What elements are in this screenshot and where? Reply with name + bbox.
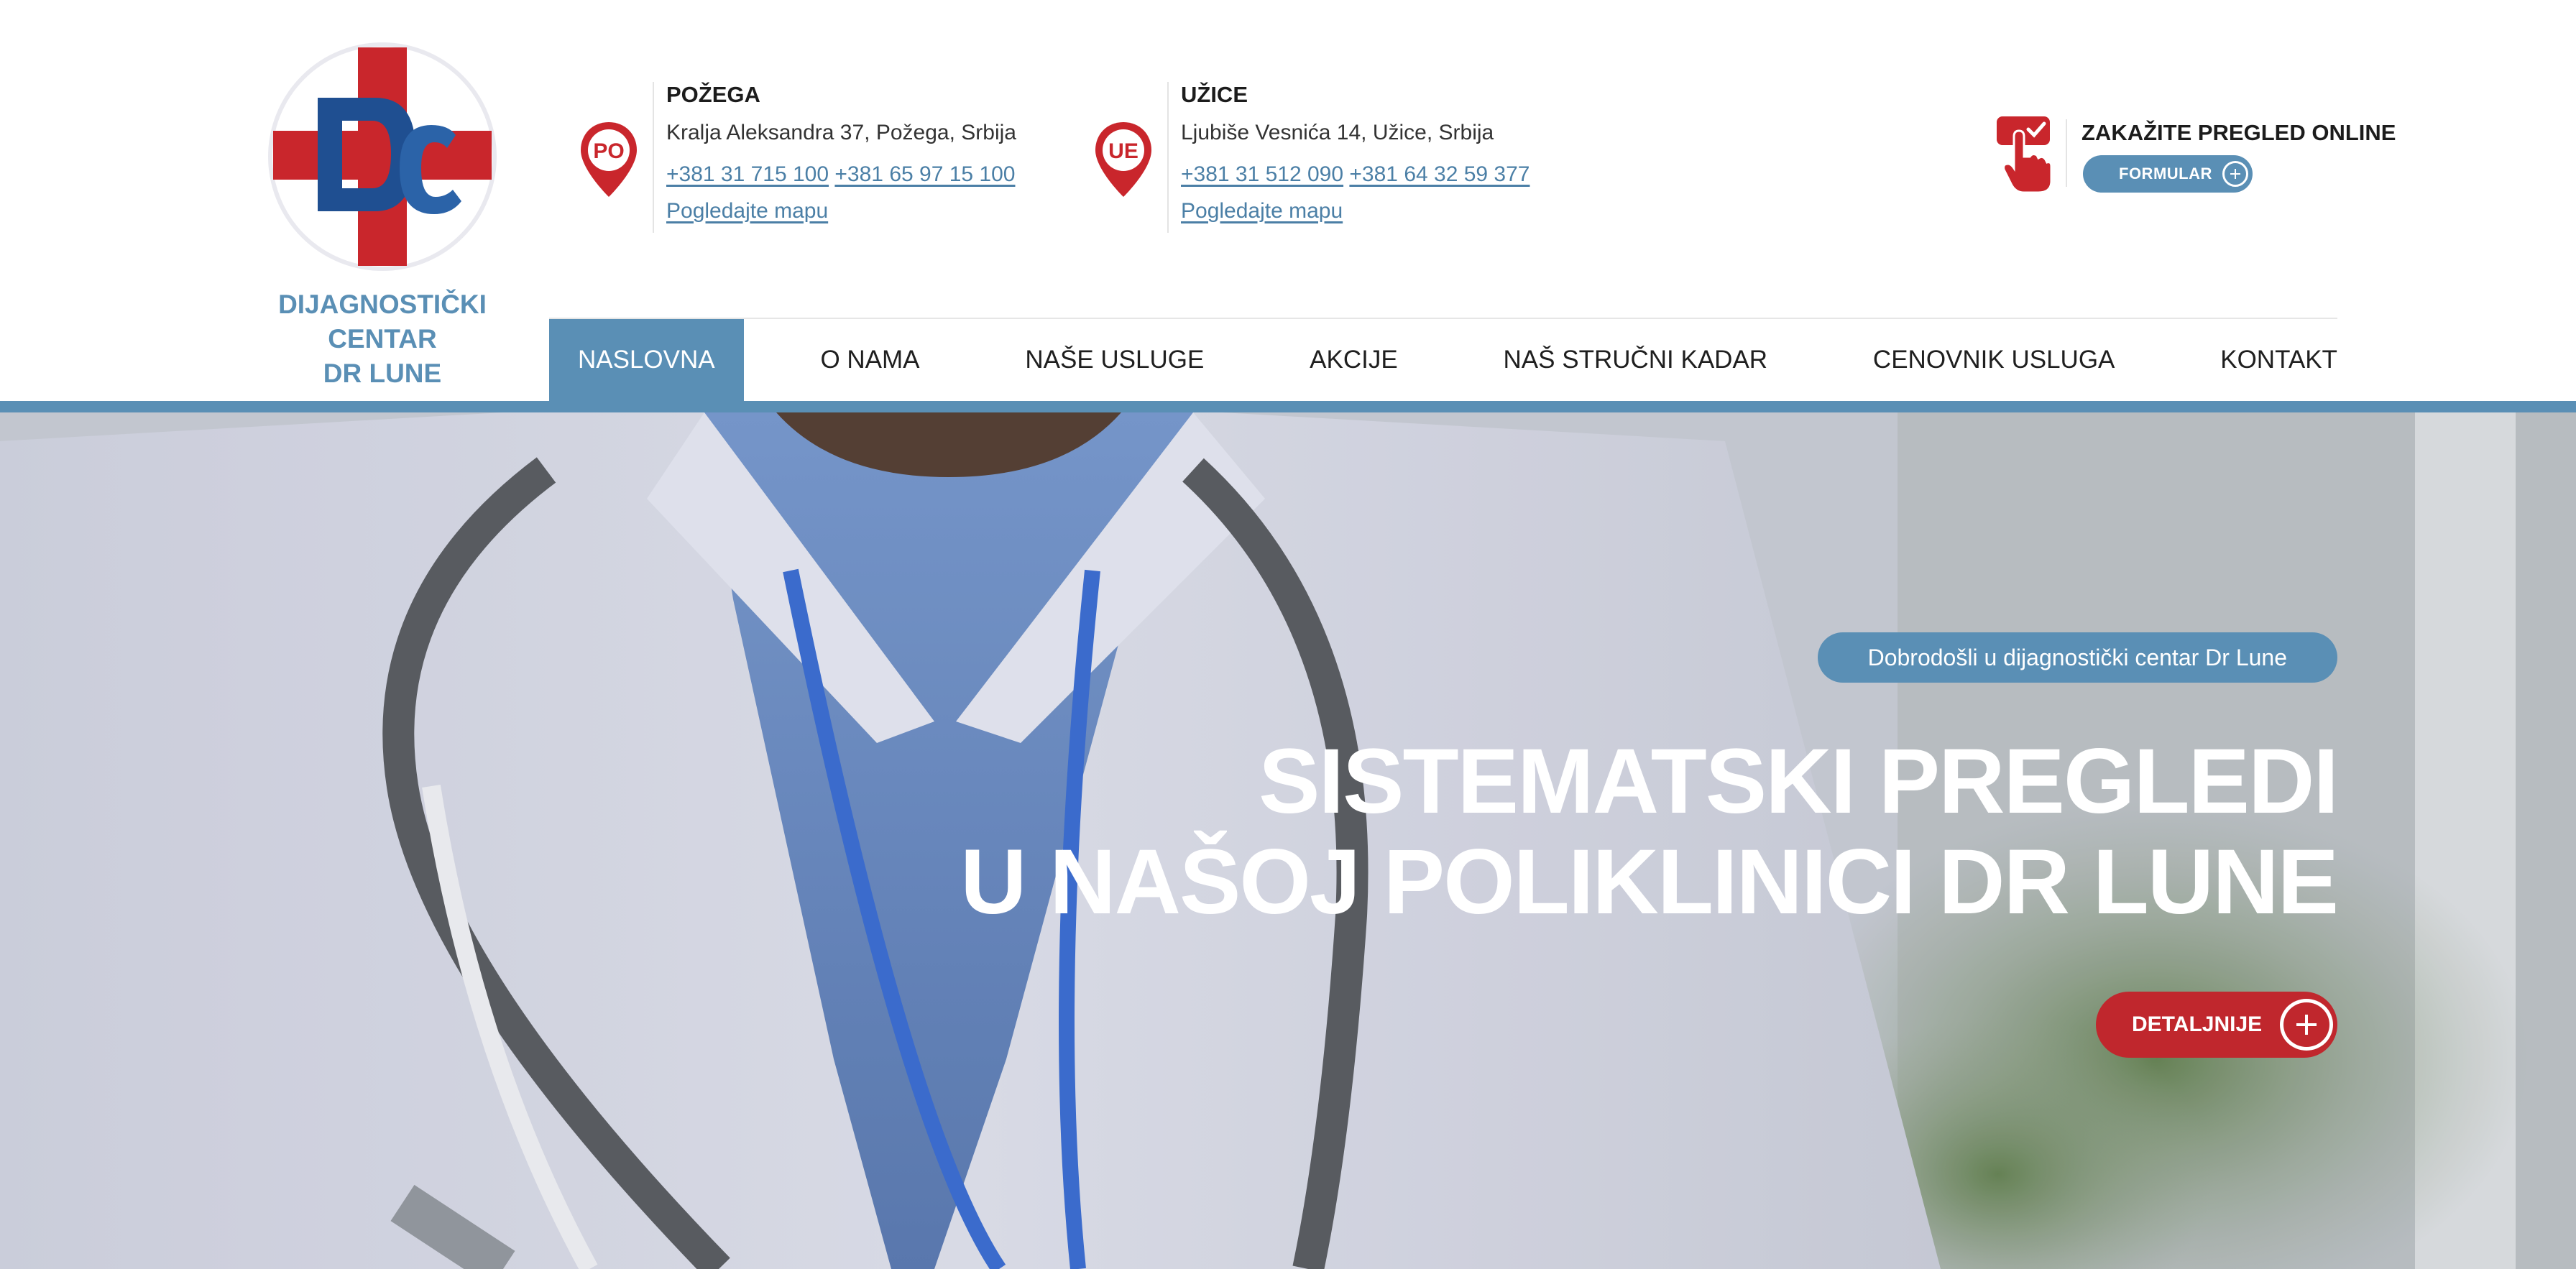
formular-button[interactable]: FORMULAR bbox=[2083, 155, 2253, 193]
touch-hand-icon bbox=[1997, 116, 2053, 194]
hero-title-line-1: SISTEMATSKI PREGLEDI bbox=[1259, 730, 2339, 833]
map-link[interactable]: Pogledajte mapu bbox=[666, 199, 828, 223]
hero-welcome-badge: Dobrodošli u dijagnostički centar Dr Lun… bbox=[1817, 632, 2337, 683]
plus-circle-icon bbox=[2222, 161, 2248, 187]
site-header: DIJAGNOSTIČKI CENTAR DR LUNE PO POŽEGA K… bbox=[0, 0, 2576, 412]
logo-cross-icon bbox=[268, 42, 497, 271]
nav-item-naslovna[interactable]: NASLOVNA bbox=[549, 319, 744, 401]
map-link[interactable]: Pogledajte mapu bbox=[1181, 199, 1343, 223]
location-phones: +381 31 715 100 +381 65 97 15 100 bbox=[666, 154, 1069, 195]
booking-title: ZAKAŽITE PREGLED ONLINE bbox=[2082, 120, 2396, 145]
main-nav: NASLOVNA O NAMA NAŠE USLUGE AKCIJE NAŠ S… bbox=[549, 319, 2337, 401]
hero-banner: Dobrodošli u dijagnostički centar Dr Lun… bbox=[0, 412, 2576, 1269]
phone-link[interactable]: +381 65 97 15 100 bbox=[834, 162, 1015, 186]
location-city: UŽICE bbox=[1181, 82, 1248, 107]
logo-line-1: DIJAGNOSTIČKI CENTAR bbox=[278, 290, 487, 354]
hero-title: SISTEMATSKI PREGLEDI U NAŠOJ POLIKLINICI… bbox=[960, 730, 2339, 933]
details-button[interactable]: DETALJNIJE bbox=[2096, 992, 2337, 1058]
plus-circle-icon bbox=[2280, 999, 2333, 1051]
phone-link[interactable]: +381 31 715 100 bbox=[666, 162, 829, 186]
nav-item-kontakt[interactable]: KONTAKT bbox=[2191, 319, 2337, 401]
online-booking: ZAKAŽITE PREGLED ONLINE FORMULAR bbox=[1995, 115, 2396, 201]
nav-item-nase-usluge[interactable]: NAŠE USLUGE bbox=[996, 319, 1233, 401]
location-badge: UE bbox=[1108, 139, 1138, 163]
map-pin-icon: PO bbox=[581, 122, 637, 197]
divider bbox=[653, 82, 654, 233]
location-badge: PO bbox=[593, 139, 624, 163]
formular-button-label: FORMULAR bbox=[2119, 165, 2212, 183]
logo[interactable]: DIJAGNOSTIČKI CENTAR DR LUNE bbox=[237, 37, 528, 388]
nav-item-akcije[interactable]: AKCIJE bbox=[1281, 319, 1427, 401]
nav-item-cenovnik-usluga[interactable]: CENOVNIK USLUGA bbox=[1844, 319, 2143, 401]
map-pin-icon: UE bbox=[1095, 122, 1151, 197]
logo-line-2: DR LUNE bbox=[323, 359, 442, 388]
header-accent-bar bbox=[0, 401, 2576, 412]
hero-title-line-2: U NAŠOJ POLIKLINICI DR LUNE bbox=[960, 831, 2339, 933]
location-city: POŽEGA bbox=[666, 82, 760, 107]
nav-item-o-nama[interactable]: O NAMA bbox=[791, 319, 948, 401]
logo-text: DIJAGNOSTIČKI CENTAR DR LUNE bbox=[237, 287, 528, 391]
location-address: Kralja Aleksandra 37, Požega, Srbija bbox=[666, 121, 1016, 144]
divider bbox=[2066, 119, 2067, 187]
location-address: Ljubiše Vesnića 14, Užice, Srbija bbox=[1181, 121, 1494, 144]
details-button-label: DETALJNIJE bbox=[2132, 1012, 2263, 1036]
phone-link[interactable]: +381 31 512 090 bbox=[1181, 162, 1343, 186]
location-phones: +381 31 512 090 +381 64 32 59 377 bbox=[1181, 154, 1583, 195]
nav-item-nas-strucni-kadar[interactable]: NAŠ STRUČNI KADAR bbox=[1475, 319, 1797, 401]
phone-link[interactable]: +381 64 32 59 377 bbox=[1349, 162, 1530, 186]
divider bbox=[1167, 82, 1169, 233]
